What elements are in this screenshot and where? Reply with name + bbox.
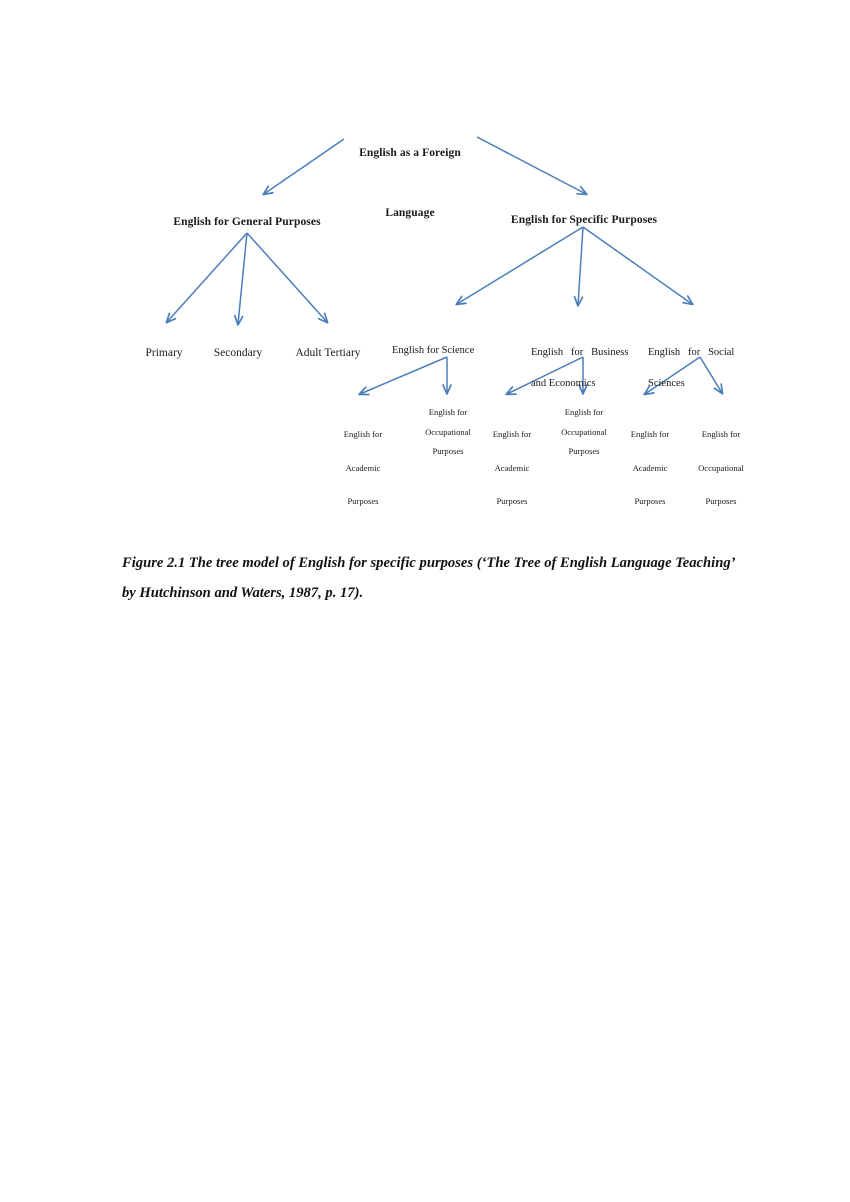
science-line-1: English for Science bbox=[392, 344, 475, 356]
soc-eap-line-3: Purposes bbox=[634, 496, 666, 507]
sci-eap-line-3: Purposes bbox=[347, 496, 379, 507]
adult-tertiary-label: Adult Tertiary bbox=[295, 346, 361, 359]
root-line-1: English as a Foreign bbox=[359, 146, 461, 159]
soc-eap-line-2: Academic bbox=[632, 462, 668, 473]
node-social-english-for-occupational-purposes: English for Occupational Purposes bbox=[681, 413, 761, 523]
arrow-specific-to-social bbox=[582, 226, 694, 306]
secondary-label: Secondary bbox=[213, 346, 263, 359]
node-english-as-foreign-language: English as a Foreign Language bbox=[330, 109, 490, 258]
business-line-1: English for Business bbox=[531, 346, 629, 358]
arrow-root-to-specific bbox=[476, 136, 588, 196]
soc-eop-line-3: Purposes bbox=[705, 496, 737, 507]
social-line-2: Sciences bbox=[648, 378, 685, 389]
specific-purposes-label: English for Specific Purposes bbox=[510, 213, 658, 226]
node-english-for-science: English for Science bbox=[392, 327, 492, 359]
social-line-1: English for Social bbox=[648, 346, 735, 358]
arrow-general-to-primary bbox=[165, 232, 248, 324]
figure-caption: Figure 2.1 The tree model of English for… bbox=[122, 555, 735, 602]
business-line-2: and Economics bbox=[531, 378, 596, 389]
node-science-english-for-academic-purposes: English for Academic Purposes bbox=[324, 413, 402, 523]
node-english-for-business-and-economics: English for Business and Economics bbox=[531, 313, 635, 408]
node-english-for-specific-purposes: English for Specific Purposes bbox=[484, 203, 684, 226]
node-english-for-general-purposes: English for General Purposes bbox=[147, 205, 347, 228]
general-purposes-label: English for General Purposes bbox=[173, 215, 321, 228]
node-business-english-for-academic-purposes: English for Academic Purposes bbox=[473, 413, 551, 523]
arrow-specific-to-business bbox=[573, 226, 584, 307]
sci-eap-line-1: English for bbox=[343, 428, 383, 439]
node-adult-tertiary: Adult Tertiary bbox=[278, 336, 378, 359]
node-primary: Primary bbox=[122, 336, 206, 359]
arrow-science-to-academic bbox=[358, 356, 448, 396]
bus-eap-line-1: English for bbox=[492, 428, 532, 439]
primary-label: Primary bbox=[145, 346, 183, 359]
soc-eop-line-2: Occupational bbox=[698, 462, 744, 473]
root-line-2: Language bbox=[385, 206, 435, 219]
tree-diagram: English as a Foreign Language English fo… bbox=[0, 0, 850, 520]
document-page: English as a Foreign Language English fo… bbox=[0, 0, 850, 1202]
arrow-general-to-secondary bbox=[233, 232, 248, 326]
bus-eap-line-3: Purposes bbox=[496, 496, 528, 507]
soc-eap-line-1: English for bbox=[630, 428, 670, 439]
sci-eap-line-2: Academic bbox=[345, 462, 381, 473]
soc-eop-line-1: English for bbox=[701, 428, 741, 439]
bus-eap-line-2: Academic bbox=[494, 462, 530, 473]
node-english-for-social-sciences: English for Social Sciences bbox=[648, 313, 744, 408]
node-secondary: Secondary bbox=[196, 336, 280, 359]
node-social-english-for-academic-purposes: English for Academic Purposes bbox=[611, 413, 689, 523]
arrow-general-to-adult bbox=[246, 232, 329, 324]
